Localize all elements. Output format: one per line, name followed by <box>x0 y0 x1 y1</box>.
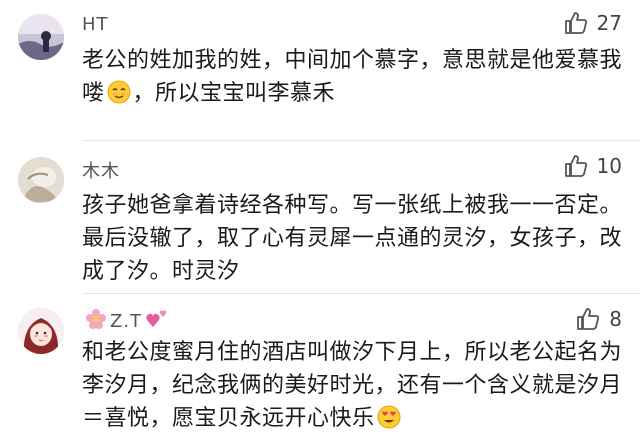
divider <box>82 140 640 141</box>
comment-text-part: ，所以宝宝叫李慕禾 <box>132 81 336 106</box>
username[interactable]: HT <box>82 14 109 35</box>
comment-text-part: 和老公度蜜月住的酒店叫做汐下月上，所以老公起名为李汐月，纪念我俩的美好时光，还有… <box>82 340 623 431</box>
avatar[interactable] <box>18 308 64 354</box>
comment-item: HT 27 老公的姓加我的姓，中间加个慕字，意思就是他爱慕我喽 ，所以宝宝叫李慕禾 <box>0 0 640 145</box>
divider <box>82 293 640 294</box>
comment-feed: HT 27 老公的姓加我的姓，中间加个慕字，意思就是他爱慕我喽 ，所以宝宝叫李慕禾… <box>0 0 640 440</box>
username-row: Z.T <box>82 308 172 332</box>
avatar-image <box>18 308 64 354</box>
like-button[interactable]: 10 <box>563 153 622 179</box>
like-count: 10 <box>596 154 622 178</box>
thumbs-up-icon[interactable] <box>563 10 589 36</box>
thumbs-up-icon[interactable] <box>563 153 589 179</box>
comment-item: 木木 10 孩子她爸拿着诗经各种写。写一张纸上被我一一否定。最后没辙了，取了心有… <box>0 145 640 295</box>
username[interactable]: 木木 <box>82 157 120 183</box>
comment-text: 孩子她爸拿着诗经各种写。写一张纸上被我一一否定。最后没辙了，取了心有灵犀一点通的… <box>82 193 623 284</box>
smiling-face-icon <box>107 80 131 104</box>
hearts-icon <box>145 308 169 330</box>
comment-text: 和老公度蜜月住的酒店叫做汐下月上，所以老公起名为李汐月，纪念我俩的美好时光，还有… <box>82 336 630 435</box>
flower-icon <box>85 308 107 330</box>
like-button[interactable]: 8 <box>575 306 622 332</box>
like-count: 27 <box>596 11 622 35</box>
avatar[interactable] <box>18 14 64 60</box>
thumbs-up-icon[interactable] <box>575 306 601 332</box>
heart-eyes-face-icon <box>377 405 401 429</box>
avatar-image <box>18 157 64 203</box>
avatar[interactable] <box>18 157 64 203</box>
avatar-image <box>18 14 64 60</box>
like-button[interactable]: 27 <box>563 10 622 36</box>
comment-text: 老公的姓加我的姓，中间加个慕字，意思就是他爱慕我喽 ，所以宝宝叫李慕禾 <box>82 44 630 110</box>
comment-item: Z.T 8 和老公度蜜月住的酒店叫做汐下月上，所以老公起名为李汐月，纪念我俩的美… <box>0 298 640 440</box>
username[interactable]: Z.T <box>110 311 142 332</box>
like-count: 8 <box>609 307 622 331</box>
